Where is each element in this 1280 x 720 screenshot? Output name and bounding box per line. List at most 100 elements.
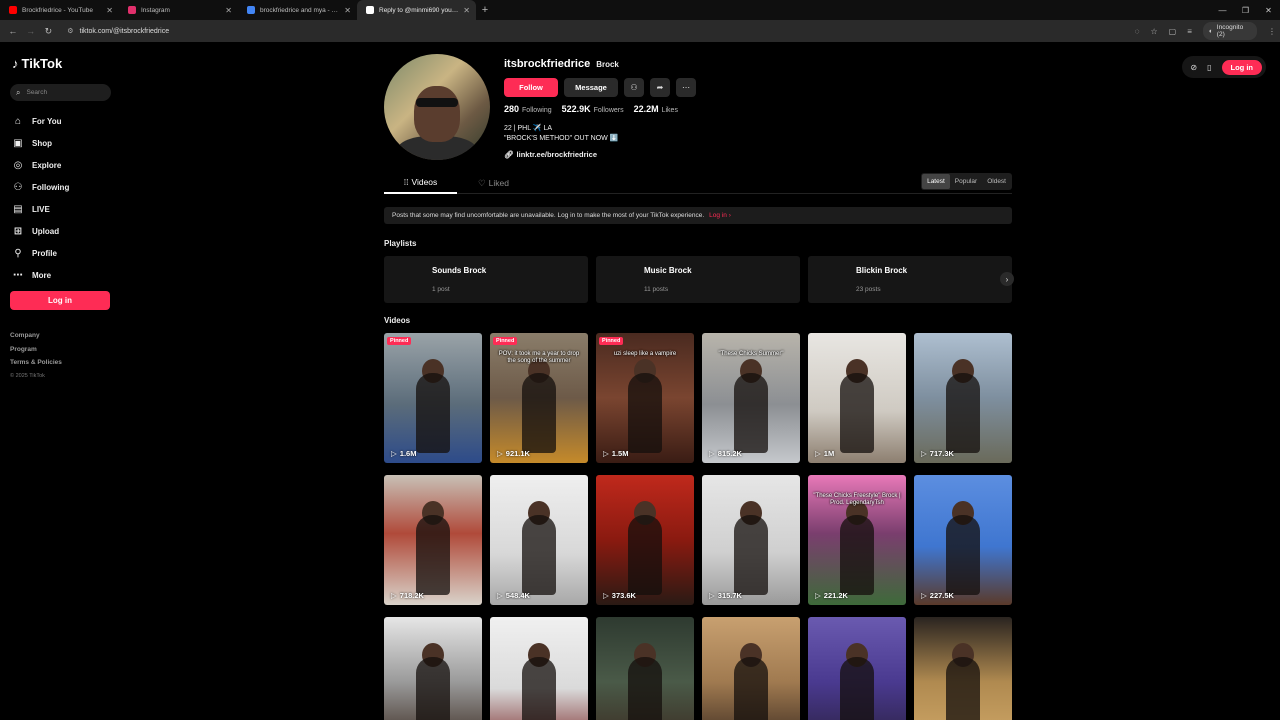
- video-thumbnail[interactable]: ▷ 227.5K: [914, 475, 1012, 605]
- browser-tabs: Brockfriedrice - YouTube ✕ Instagram ✕ brock…: [0, 0, 476, 20]
- profile-tabs: ⁞⁞ Videos ♡ Liked: [384, 172, 1012, 194]
- video-thumbnail[interactable]: ▷ 717.3K: [914, 333, 1012, 463]
- browser-tab[interactable]: brockfriedrice and mya - Google✕: [238, 0, 357, 20]
- close-tab-icon[interactable]: ✕: [225, 6, 232, 15]
- message-button[interactable]: Message: [564, 78, 618, 97]
- bag-icon: ▣: [13, 137, 23, 149]
- extensions-icon[interactable]: ▢: [1169, 27, 1177, 36]
- forward-button[interactable]: →: [22, 22, 40, 40]
- video-thumbnail[interactable]: [490, 617, 588, 720]
- video-thumbnail[interactable]: ▷ 1M: [808, 333, 906, 463]
- video-thumbnail[interactable]: "These Chicks Summer" ▷ 815.2K: [702, 333, 800, 463]
- sidebar-item-upload[interactable]: ⊞ Upload: [10, 220, 120, 242]
- thumbnail-figure: [628, 515, 662, 595]
- sidebar-item-profile[interactable]: ⚲ Profile: [10, 242, 120, 264]
- search-input[interactable]: ⌕ Search: [10, 84, 111, 101]
- video-thumbnail[interactable]: ▷ 548.4K: [490, 475, 588, 605]
- footer-link-company[interactable]: Company: [10, 332, 62, 346]
- sort-oldest[interactable]: Oldest: [982, 174, 1011, 189]
- playlist-count: 11 posts: [644, 286, 669, 293]
- sidebar-item-label: Following: [32, 182, 70, 192]
- playlist-card[interactable]: Music Brock 11 posts: [596, 256, 800, 303]
- phone-icon[interactable]: ▯: [1207, 63, 1211, 72]
- close-tab-icon[interactable]: ✕: [344, 6, 351, 15]
- sidebar-item-shop[interactable]: ▣ Shop: [10, 132, 120, 154]
- tab-liked[interactable]: ♡ Liked: [457, 172, 530, 194]
- follow-button[interactable]: Follow: [504, 78, 558, 97]
- back-button[interactable]: ←: [4, 22, 22, 40]
- video-thumbnail[interactable]: ▷ 718.2K: [384, 475, 482, 605]
- tab-videos[interactable]: ⁞⁞ Videos: [384, 172, 457, 194]
- more-options-button[interactable]: ⋯: [676, 78, 696, 97]
- suggested-accounts-button[interactable]: ⚇: [624, 78, 644, 97]
- eye-off-icon[interactable]: ◌: [1135, 27, 1140, 36]
- followers-stat[interactable]: 522.9K Followers: [562, 104, 624, 114]
- video-thumbnail[interactable]: [596, 617, 694, 720]
- video-thumbnail[interactable]: [702, 617, 800, 720]
- menu-dots-icon[interactable]: ⋮: [1268, 27, 1276, 36]
- sidebar-item-following[interactable]: ⚇ Following: [10, 176, 120, 198]
- sidebar-item-explore[interactable]: ◎ Explore: [10, 154, 120, 176]
- thumbnail-figure: [840, 515, 874, 595]
- video-thumbnail[interactable]: Pinned uzi sleep like a vampire ▷ 1.5M: [596, 333, 694, 463]
- address-bar[interactable]: ⚙ tiktok.com/@itsbrockfriedrice: [61, 23, 1126, 39]
- sort-popular[interactable]: Popular: [950, 174, 982, 189]
- user-icon: ⚇: [13, 181, 23, 193]
- tiktok-page: ♪ TikTok ⌕ Search ⌂ For You ▣ Shop ◎ Explore ⚇…: [0, 42, 1280, 720]
- playlists-title: Playlists: [384, 239, 417, 248]
- media-icon[interactable]: ≡: [1187, 27, 1192, 36]
- header-login-button[interactable]: Log in: [1221, 59, 1262, 75]
- view-count: ▷ 1.6M: [391, 449, 416, 458]
- video-thumbnail[interactable]: ▷ 373.6K: [596, 475, 694, 605]
- footer-link-terms[interactable]: Terms & Policies: [10, 359, 62, 373]
- sidebar-item-for-you[interactable]: ⌂ For You: [10, 110, 120, 132]
- sidebar-item-live[interactable]: ▤ LIVE: [10, 198, 120, 220]
- restore-icon[interactable]: ❐: [1234, 0, 1257, 20]
- notice-login-link[interactable]: Log in ›: [709, 212, 731, 219]
- close-tab-icon[interactable]: ✕: [463, 6, 470, 15]
- footer-link-program[interactable]: Program: [10, 346, 62, 360]
- favicon-icon: [9, 6, 17, 14]
- video-thumbnail[interactable]: Pinned ▷ 1.6M: [384, 333, 482, 463]
- view-count-value: 373.6K: [611, 591, 636, 600]
- close-window-icon[interactable]: ✕: [1257, 0, 1280, 20]
- reload-button[interactable]: ↻: [40, 22, 58, 40]
- playlists-next-button[interactable]: ›: [1000, 272, 1014, 286]
- sidebar-login-button[interactable]: Log in: [10, 291, 110, 310]
- playlist-card[interactable]: Sounds Brock 1 post: [384, 256, 588, 303]
- play-icon: ▷: [391, 591, 397, 600]
- compass-icon[interactable]: ⊘: [1190, 63, 1197, 72]
- play-icon: ▷: [497, 449, 503, 458]
- site-info-icon[interactable]: ⚙: [67, 27, 73, 35]
- sidebar-item-label: For You: [32, 116, 62, 126]
- video-thumbnail[interactable]: [808, 617, 906, 720]
- tiktok-logo[interactable]: ♪ TikTok: [12, 56, 62, 71]
- video-thumbnail[interactable]: "These Chicks Freestyle" Brock | Prod. L…: [808, 475, 906, 605]
- thumbnail-figure: [628, 657, 662, 720]
- star-icon[interactable]: ☆: [1150, 27, 1157, 36]
- profile-link[interactable]: 🔗︎ linktr.ee/brockfriedrice: [504, 150, 597, 159]
- view-count-value: 221.2K: [823, 591, 848, 600]
- incognito-badge[interactable]: ◐ Incognito (2): [1202, 22, 1257, 40]
- playlist-title: Blickin Brock: [856, 266, 908, 275]
- playlist-card[interactable]: Blickin Brock 23 posts: [808, 256, 1012, 303]
- video-thumbnail[interactable]: ▷ 315.7K: [702, 475, 800, 605]
- video-thumbnail[interactable]: Pinned POV: it took me a year to drop the…: [490, 333, 588, 463]
- browser-tab[interactable]: Reply to @minmi690 you see t ✕: [357, 0, 476, 20]
- browser-tab[interactable]: Brockfriedrice - YouTube ✕: [0, 0, 119, 20]
- address-url: tiktok.com/@itsbrockfriedrice: [79, 27, 170, 35]
- video-thumbnail[interactable]: [914, 617, 1012, 720]
- share-button[interactable]: ➦: [650, 78, 670, 97]
- following-stat[interactable]: 280 Following: [504, 104, 552, 114]
- sidebar-item-more[interactable]: ⋯ More: [10, 264, 120, 286]
- video-thumbnail[interactable]: [384, 617, 482, 720]
- pinned-badge: Pinned: [599, 337, 624, 345]
- browser-tab[interactable]: Instagram ✕: [119, 0, 238, 20]
- favicon-icon: [247, 6, 255, 14]
- thumbnail-figure: [522, 657, 556, 720]
- avatar[interactable]: [384, 54, 490, 160]
- new-tab-button[interactable]: +: [476, 0, 494, 20]
- sort-latest[interactable]: Latest: [922, 174, 950, 189]
- close-tab-icon[interactable]: ✕: [106, 6, 113, 15]
- minimize-icon[interactable]: —: [1211, 0, 1234, 20]
